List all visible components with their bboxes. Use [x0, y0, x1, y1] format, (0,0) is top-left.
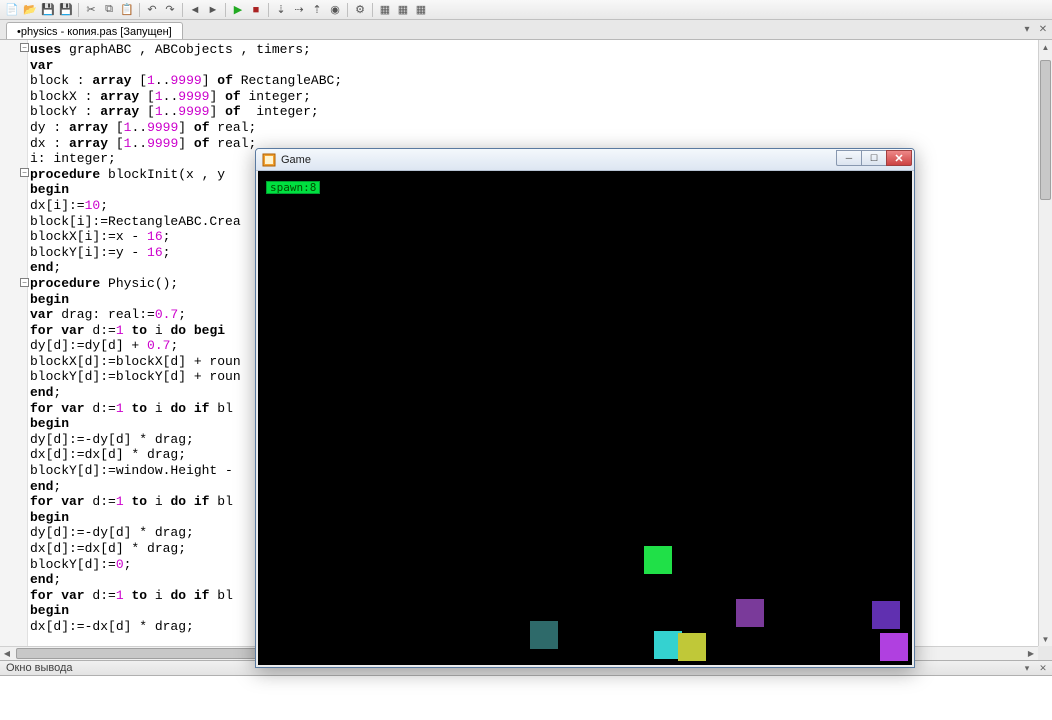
paste-icon[interactable]: 📋	[119, 2, 135, 18]
game-block	[880, 633, 908, 661]
save-all-icon[interactable]: 💾	[58, 2, 74, 18]
nav-back-icon[interactable]: ◄	[187, 2, 203, 18]
vertical-scrollbar[interactable]: ▲ ▼	[1038, 40, 1052, 646]
nav-fwd-icon[interactable]: ►	[205, 2, 221, 18]
new-file-icon[interactable]: 📄	[4, 2, 20, 18]
save-icon[interactable]: 💾	[40, 2, 56, 18]
game-block	[644, 546, 672, 574]
main-toolbar: 📄 📂 💾 💾 ✂ ⧉ 📋 ↶ ↷ ◄ ► ▶ ■ ⇣ ⇢ ⇡ ◉ ⚙ ▦ ▦ …	[0, 0, 1052, 20]
tab-physics[interactable]: •physics - копия.pas [Запущен]	[6, 22, 183, 39]
game-window-title: Game	[281, 154, 311, 166]
compile-icon[interactable]: ⚙	[352, 2, 368, 18]
undo-icon[interactable]: ↶	[144, 2, 160, 18]
tab-close-icon[interactable]: ✕	[1036, 22, 1050, 36]
app-icon	[262, 153, 276, 167]
fold-icon[interactable]: −	[20, 43, 29, 52]
copy-icon[interactable]: ⧉	[101, 2, 117, 18]
stop-icon[interactable]: ■	[248, 2, 264, 18]
minimize-button[interactable]: ─	[836, 150, 862, 166]
maximize-button[interactable]: ☐	[861, 150, 887, 166]
tab-dropdown-icon[interactable]: ▾	[1020, 22, 1034, 36]
output-panel: Окно вывода ▾ ✕	[0, 660, 1052, 720]
scroll-corner	[1038, 646, 1052, 660]
close-panel-icon[interactable]: ✕	[1036, 661, 1050, 675]
open-file-icon[interactable]: 📂	[22, 2, 38, 18]
game-canvas[interactable]: spawn:8	[258, 171, 912, 665]
scroll-down-icon[interactable]: ▼	[1039, 632, 1052, 646]
fold-icon[interactable]: −	[20, 168, 29, 177]
game-block	[678, 633, 706, 661]
run-icon[interactable]: ▶	[230, 2, 246, 18]
tab-label: •physics - копия.pas [Запущен]	[17, 26, 172, 38]
panel3-icon[interactable]: ▦	[413, 2, 429, 18]
step-out-icon[interactable]: ⇡	[309, 2, 325, 18]
scroll-up-icon[interactable]: ▲	[1039, 40, 1052, 54]
game-window[interactable]: Game ─ ☐ ✕ spawn:8	[255, 148, 915, 668]
cut-icon[interactable]: ✂	[83, 2, 99, 18]
panel2-icon[interactable]: ▦	[395, 2, 411, 18]
panel1-icon[interactable]: ▦	[377, 2, 393, 18]
close-button[interactable]: ✕	[886, 150, 912, 166]
editor-gutter: − − −	[0, 40, 28, 660]
game-titlebar[interactable]: Game ─ ☐ ✕	[256, 149, 914, 171]
redo-icon[interactable]: ↷	[162, 2, 178, 18]
scroll-thumb[interactable]	[1040, 60, 1051, 200]
breakpoint-icon[interactable]: ◉	[327, 2, 343, 18]
step-into-icon[interactable]: ⇣	[273, 2, 289, 18]
output-body[interactable]	[0, 676, 1052, 720]
spawn-counter: spawn:8	[266, 181, 320, 194]
step-over-icon[interactable]: ⇢	[291, 2, 307, 18]
output-title: Окно вывода	[6, 662, 73, 674]
scroll-left-icon[interactable]: ◀	[0, 647, 14, 660]
fold-icon[interactable]: −	[20, 278, 29, 287]
game-block	[872, 601, 900, 629]
document-tabbar: •physics - копия.pas [Запущен] ▾ ✕	[0, 20, 1052, 40]
scroll-right-icon[interactable]: ▶	[1024, 647, 1038, 660]
game-block	[736, 599, 764, 627]
pin-icon[interactable]: ▾	[1020, 661, 1034, 675]
game-block	[530, 621, 558, 649]
